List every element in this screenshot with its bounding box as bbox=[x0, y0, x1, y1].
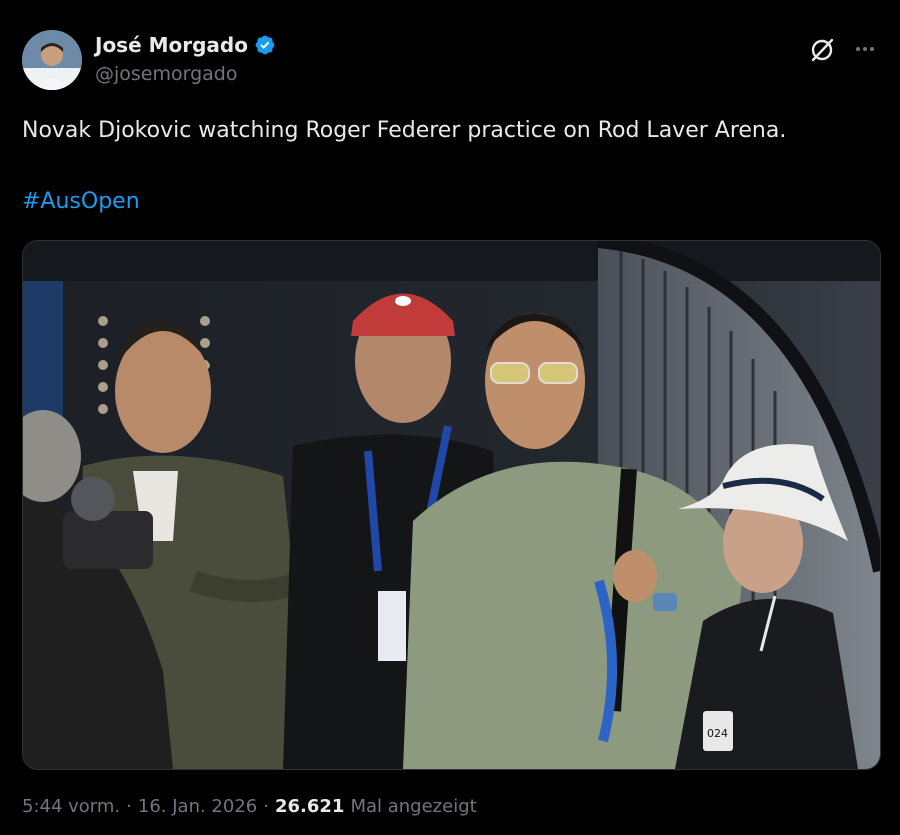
meta-separator: · bbox=[126, 796, 132, 817]
author-handle[interactable]: @josemorgado bbox=[95, 63, 276, 85]
tweet-header: José Morgado @josemorgado bbox=[22, 30, 878, 92]
credential-number: 024 bbox=[707, 727, 728, 740]
tweet-meta: 5:44 vorm. · 16. Jan. 2026 · 26.621 Mal … bbox=[22, 796, 477, 817]
views-count: 26.621 bbox=[274, 796, 345, 817]
hashtag-link[interactable]: #AusOpen bbox=[22, 189, 140, 214]
more-icon[interactable] bbox=[852, 36, 878, 62]
tweet-text: Novak Djokovic watching Roger Federer pr… bbox=[22, 118, 787, 143]
verified-badge-icon bbox=[255, 35, 275, 55]
author-name[interactable]: José Morgado bbox=[95, 33, 248, 57]
views-label: Mal angezeigt bbox=[350, 796, 477, 817]
avatar[interactable] bbox=[22, 30, 82, 90]
meta-separator-2: · bbox=[263, 796, 269, 817]
author-block: José Morgado @josemorgado bbox=[95, 33, 276, 85]
grok-icon[interactable] bbox=[808, 36, 836, 64]
tweet-photo[interactable]: 024 bbox=[22, 240, 881, 770]
tweet-date[interactable]: 16. Jan. 2026 bbox=[138, 796, 257, 817]
tweet-time[interactable]: 5:44 vorm. bbox=[22, 796, 120, 817]
photo-scene: 024 bbox=[23, 241, 880, 769]
